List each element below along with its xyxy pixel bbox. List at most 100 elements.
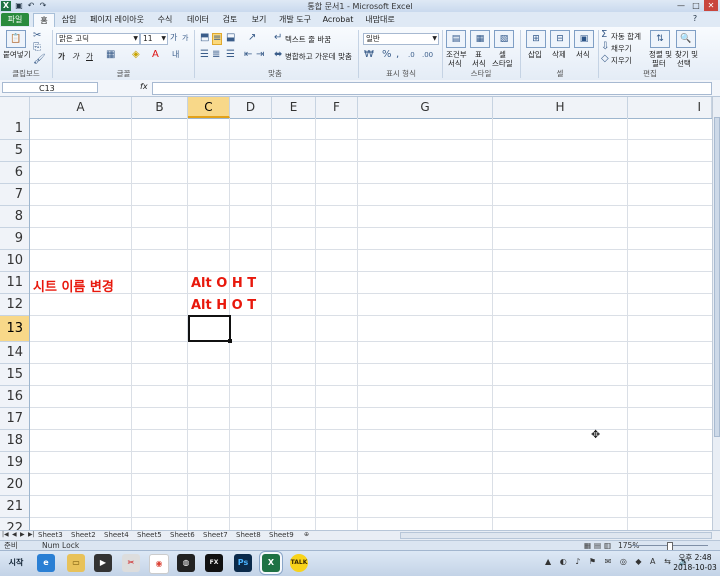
start-button[interactable]: 시작 — [1, 553, 31, 573]
increase-decimal-icon[interactable]: .0 — [408, 50, 415, 60]
cell-grid[interactable]: 시트 이름 변경 Alt O H T Alt H O T ✥ — [30, 118, 712, 530]
comma-icon[interactable]: , — [396, 50, 399, 60]
underline-button[interactable]: 가 — [86, 51, 93, 62]
sheet-tab[interactable]: Sheet5 — [137, 531, 162, 540]
selected-cell-c13[interactable] — [188, 315, 231, 342]
tab-review[interactable]: 검토 — [219, 13, 241, 26]
increase-indent-icon[interactable]: ⇥ — [256, 50, 264, 60]
ie-icon[interactable]: e — [37, 554, 55, 572]
merge-center-button[interactable]: 병합하고 가운데 맞춤 — [285, 51, 352, 62]
help-icon[interactable]: ? — [690, 14, 700, 24]
column-header-b[interactable]: B — [132, 97, 188, 118]
tab-custom[interactable]: 내맘대로 — [362, 13, 398, 26]
row-header[interactable]: 11 — [0, 272, 29, 294]
conditional-format-icon[interactable]: ▤ — [446, 30, 466, 48]
row-header[interactable]: 19 — [0, 452, 29, 474]
media-player-icon[interactable]: ▶ — [94, 554, 112, 572]
align-center-icon[interactable]: ≣ — [212, 50, 220, 60]
insert-function-icon[interactable]: fx — [140, 82, 148, 91]
row-header[interactable]: 14 — [0, 342, 29, 364]
row-header[interactable]: 21 — [0, 496, 29, 518]
column-header-g[interactable]: G — [358, 97, 493, 118]
tab-insert[interactable]: 삽입 — [58, 13, 80, 26]
clock[interactable]: 오후 2:48 2018-10-03 — [672, 553, 718, 573]
tab-home[interactable]: 홈 — [33, 13, 55, 27]
tab-formulas[interactable]: 수식 — [154, 13, 176, 26]
font-size-combo[interactable]: 11 ▼ — [140, 33, 168, 45]
maximize-button[interactable]: □ — [689, 0, 703, 11]
phonetic-icon[interactable]: 내 — [172, 50, 179, 60]
sort-filter-icon[interactable]: ⇅ — [650, 30, 670, 48]
row-header[interactable]: 8 — [0, 206, 29, 228]
tab-developer[interactable]: 개발 도구 — [277, 13, 313, 26]
column-header-c[interactable]: C — [188, 97, 230, 118]
talk-icon[interactable]: TALK — [290, 554, 308, 572]
font-name-combo[interactable]: 맑은 고딕 ▼ — [56, 33, 140, 45]
row-header[interactable]: 10 — [0, 250, 29, 272]
tab-file[interactable]: 파일 — [1, 13, 29, 26]
format-cells-icon[interactable]: ▣ — [574, 30, 594, 48]
fill-handle[interactable] — [228, 339, 232, 343]
tab-view[interactable]: 보기 — [248, 13, 270, 26]
currency-icon[interactable]: ₩ — [364, 50, 374, 60]
fill-icon[interactable]: ⇩ — [601, 42, 609, 52]
tab-acrobat[interactable]: Acrobat — [320, 13, 356, 26]
align-right-icon[interactable]: ☰ — [226, 50, 235, 60]
sheet-tab[interactable]: Sheet8 — [236, 531, 261, 540]
autosum-button[interactable]: 자동 합계 — [611, 31, 641, 42]
shrink-font-icon[interactable]: 가 — [182, 33, 188, 43]
sheet-tab[interactable]: Sheet4 — [104, 531, 129, 540]
delete-cells-icon[interactable]: ⊟ — [550, 30, 570, 48]
cell-c11[interactable]: Alt O H T — [191, 276, 256, 291]
format-painter-icon[interactable]: 🖌 — [33, 55, 46, 65]
copy-icon[interactable]: ⎘ — [33, 43, 41, 53]
align-bottom-icon[interactable]: ⬓ — [226, 33, 235, 43]
paste-icon[interactable]: 📋 — [6, 30, 26, 48]
align-top-icon[interactable]: ⬒ — [200, 33, 209, 43]
name-box[interactable]: C13 — [2, 82, 98, 93]
row-header[interactable]: 7 — [0, 184, 29, 206]
column-header-d[interactable]: D — [230, 97, 272, 118]
percent-icon[interactable]: % — [382, 50, 392, 60]
sheet-tab[interactable]: Sheet2 — [71, 531, 96, 540]
row-header[interactable]: 12 — [0, 294, 29, 316]
fill-color-icon[interactable]: ◈ — [132, 50, 140, 60]
column-header-i[interactable]: I — [628, 97, 712, 118]
align-middle-icon[interactable]: ≡ — [212, 33, 223, 45]
prev-sheet-icon[interactable]: ◀ — [12, 531, 17, 538]
decrease-decimal-icon[interactable]: .00 — [422, 50, 433, 60]
row-header[interactable]: 6 — [0, 162, 29, 184]
vertical-scrollbar[interactable] — [712, 97, 720, 530]
fill-button[interactable]: 채우기 — [611, 43, 632, 54]
column-header-h[interactable]: H — [493, 97, 628, 118]
row-header[interactable]: 1 — [0, 118, 29, 140]
border-icon[interactable]: ▦ — [106, 50, 115, 60]
close-button[interactable]: ✕ — [704, 0, 718, 11]
first-sheet-icon[interactable]: |◀ — [2, 531, 9, 538]
wrap-text-icon[interactable]: ↵ — [274, 33, 282, 43]
insert-cells-icon[interactable]: ⊞ — [526, 30, 546, 48]
sheet-tab[interactable]: Sheet9 — [269, 531, 294, 540]
tab-page-layout[interactable]: 페이지 레이아웃 — [88, 13, 146, 26]
number-format-combo[interactable]: 일반 ▼ — [363, 33, 439, 45]
italic-icon[interactable]: 가 — [72, 51, 79, 62]
clear-icon[interactable]: ◇ — [601, 54, 609, 64]
orientation-icon[interactable]: ↗ — [248, 33, 256, 43]
row-header[interactable]: 17 — [0, 408, 29, 430]
tab-data[interactable]: 데이터 — [184, 13, 212, 26]
format-table-icon[interactable]: ▦ — [470, 30, 490, 48]
paste-label[interactable]: 붙여넣기 — [3, 49, 31, 60]
autosum-icon[interactable]: Σ — [601, 30, 607, 40]
last-sheet-icon[interactable]: ▶| — [28, 531, 35, 538]
row-header[interactable]: 15 — [0, 364, 29, 386]
sheet-tab[interactable]: Sheet6 — [170, 531, 195, 540]
row-header[interactable]: 22 — [0, 518, 29, 530]
merge-center-icon[interactable]: ⬌ — [274, 50, 282, 60]
row-header[interactable]: 5 — [0, 140, 29, 162]
formula-input[interactable] — [152, 82, 712, 95]
sheet-tab[interactable]: Sheet7 — [203, 531, 228, 540]
next-sheet-icon[interactable]: ▶ — [20, 531, 25, 538]
decrease-indent-icon[interactable]: ⇤ — [244, 50, 252, 60]
select-all-corner[interactable] — [0, 97, 30, 118]
insert-cells-label[interactable]: 삽입 — [528, 49, 542, 60]
